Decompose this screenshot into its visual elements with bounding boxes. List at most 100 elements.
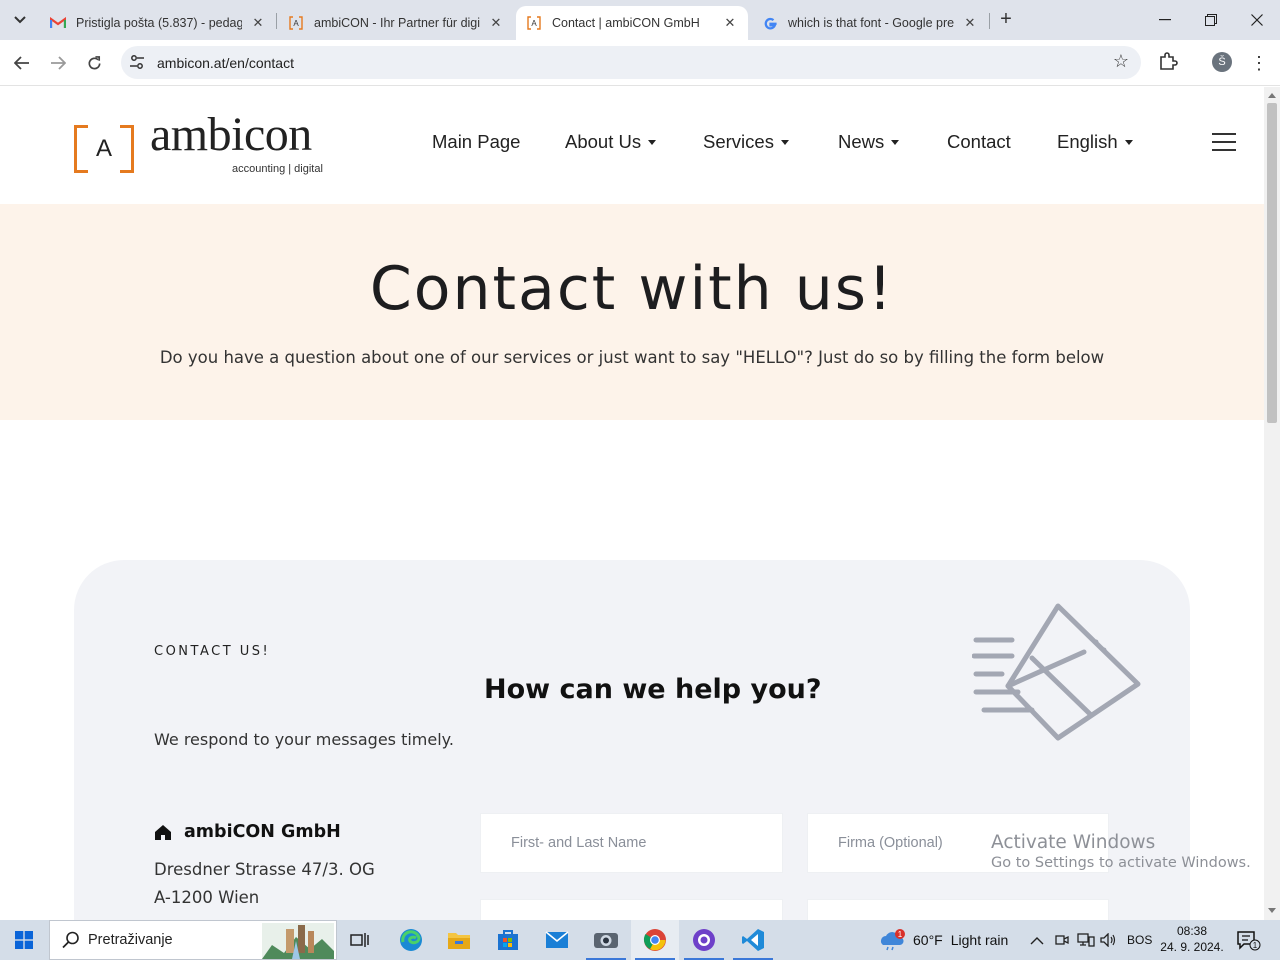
name-field[interactable] [480,813,783,873]
page-viewport: A ambicon accounting | digital Main Page… [0,87,1264,920]
company-input[interactable] [808,814,1108,872]
tab-contact-active[interactable]: A Contact | ambiCON GmbH ✕ [516,6,748,40]
tab-close-icon[interactable]: ✕ [488,15,504,31]
gmail-icon [50,15,66,31]
tab-separator [989,13,990,29]
contact-heading: How can we help you? [484,674,822,705]
back-arrow-icon[interactable] [9,50,35,76]
caret-down-icon [891,139,900,145]
nav-language[interactable]: English [1057,131,1133,153]
contact-form-field-cut-off[interactable] [807,899,1109,920]
envelope-icon [972,603,1141,741]
svg-text:A: A [531,19,537,28]
address-bar[interactable]: ambicon.at/en/contact ☆ [121,46,1141,79]
notification-center-icon[interactable]: 1 [1236,929,1262,951]
extensions-puzzle-icon[interactable] [1158,51,1180,73]
edge-browser-icon[interactable] [387,920,435,960]
caret-down-icon [648,139,657,145]
notification-count: 1 [1253,941,1258,950]
restore-icon[interactable] [1188,0,1234,40]
meet-now-icon[interactable] [1055,920,1069,960]
search-highlight-illustration [262,923,334,959]
forward-arrow-icon[interactable] [45,50,71,76]
tab-close-icon[interactable]: ✕ [722,15,738,31]
task-view-icon[interactable] [336,920,384,960]
nav-main-page[interactable]: Main Page [432,131,520,153]
input-language-indicator[interactable]: BOS [1127,920,1152,960]
github-desktop-icon[interactable] [680,920,728,960]
hamburger-menu-icon[interactable] [1212,133,1236,151]
search-placeholder: Pretraživanje [88,932,173,948]
camera-app-icon[interactable] [582,920,630,960]
logo-bracket-letter: A [95,135,112,162]
company-name: ambiCON GmbH [184,822,341,842]
nav-services[interactable]: Services [703,131,789,153]
url-text[interactable]: ambicon.at/en/contact [157,55,294,71]
vscode-icon[interactable] [729,920,777,960]
contact-card: CONTACT US! How can we help you? We resp… [74,560,1190,920]
name-input[interactable] [481,814,782,872]
tab-search-chevron-icon[interactable] [8,8,32,32]
taskbar-search-box[interactable]: Pretraživanje [49,920,337,960]
scroll-up-arrow-icon[interactable] [1268,93,1276,98]
logo-wordmark: ambicon [150,108,312,161]
close-window-icon[interactable] [1234,0,1280,40]
windows-start-icon[interactable] [0,920,48,960]
mail-icon[interactable] [533,920,581,960]
chrome-icon[interactable] [631,920,679,960]
company-field[interactable] [807,813,1109,873]
page-title: Contact with us! [369,254,895,324]
address-line-1: Dresdner Strasse 47/3. OG [154,860,375,879]
rain-cloud-icon: 1 [881,929,905,951]
site-info-tune-icon[interactable] [129,54,147,72]
browser-menu-dots-icon[interactable]: ⋮ [1250,50,1268,76]
weather-badge: 1 [898,930,903,939]
reload-icon[interactable] [81,50,107,76]
minimize-icon[interactable] [1142,0,1188,40]
scroll-down-arrow-icon[interactable] [1268,908,1276,913]
site-header: A ambicon accounting | digital Main Page… [0,87,1264,204]
nav-about-us[interactable]: About Us [565,131,657,153]
tray-overflow-chevron-icon[interactable] [1030,920,1044,960]
google-icon [762,15,778,31]
weather-temp: 60°F [913,932,943,948]
page-scrollbar[interactable] [1264,87,1280,920]
volume-icon[interactable] [1100,920,1118,960]
new-tab-plus-icon[interactable]: + [995,9,1017,31]
tab-close-icon[interactable]: ✕ [250,15,266,31]
ambicon-favicon: A [526,15,542,31]
tab-close-icon[interactable]: ✕ [962,15,978,31]
contact-eyebrow: CONTACT US! [154,644,271,659]
logo-tagline: accounting | digital [232,163,323,175]
browser-toolbar: ambicon.at/en/contact ☆ Š ⋮ [0,40,1280,86]
nav-label: English [1057,131,1118,152]
respond-text: We respond to your messages timely. [154,730,454,749]
home-icon [155,825,171,840]
caret-down-icon [1124,139,1133,145]
svg-text:A: A [293,19,299,28]
nav-contact[interactable]: Contact [947,131,1011,153]
hero-subtitle: Do you have a question about one of our … [159,348,1105,367]
contact-form-field-cut-off[interactable] [480,899,783,920]
tab-title: ambiCON - Ihr Partner für digitale [314,16,480,30]
nav-label: News [838,131,885,152]
nav-news[interactable]: News [838,131,900,153]
tab-title: which is that font - Google pretraživanj… [788,16,954,30]
nav-label: Services [703,131,774,152]
tab-title: Contact | ambiCON GmbH [552,16,700,30]
browser-tab-bar: Pristigla pošta (5.837) - pedagogija ✕ A… [0,0,1280,40]
ambicon-logo[interactable]: A ambicon accounting | digital [74,108,334,181]
tab-gmail[interactable]: Pristigla pošta (5.837) - pedagogija ✕ [40,6,276,40]
hero-banner: Contact with us! Do you have a question … [0,204,1264,420]
profile-avatar[interactable]: Š [1212,52,1232,72]
system-clock[interactable]: 08:38 24. 9. 2024. [1158,923,1226,955]
scrollbar-thumb[interactable] [1267,103,1277,423]
caret-down-icon [780,139,789,145]
tab-ambicon-home[interactable]: A ambiCON - Ihr Partner für digitale ✕ [278,6,514,40]
file-explorer-icon[interactable] [435,920,483,960]
network-icon[interactable] [1077,920,1095,960]
weather-widget[interactable]: 1 60°F Light rain [878,920,1008,960]
tab-google-search[interactable]: which is that font - Google pretraživanj… [752,6,988,40]
bookmark-star-icon[interactable]: ☆ [1113,51,1129,72]
microsoft-store-icon[interactable] [484,920,532,960]
